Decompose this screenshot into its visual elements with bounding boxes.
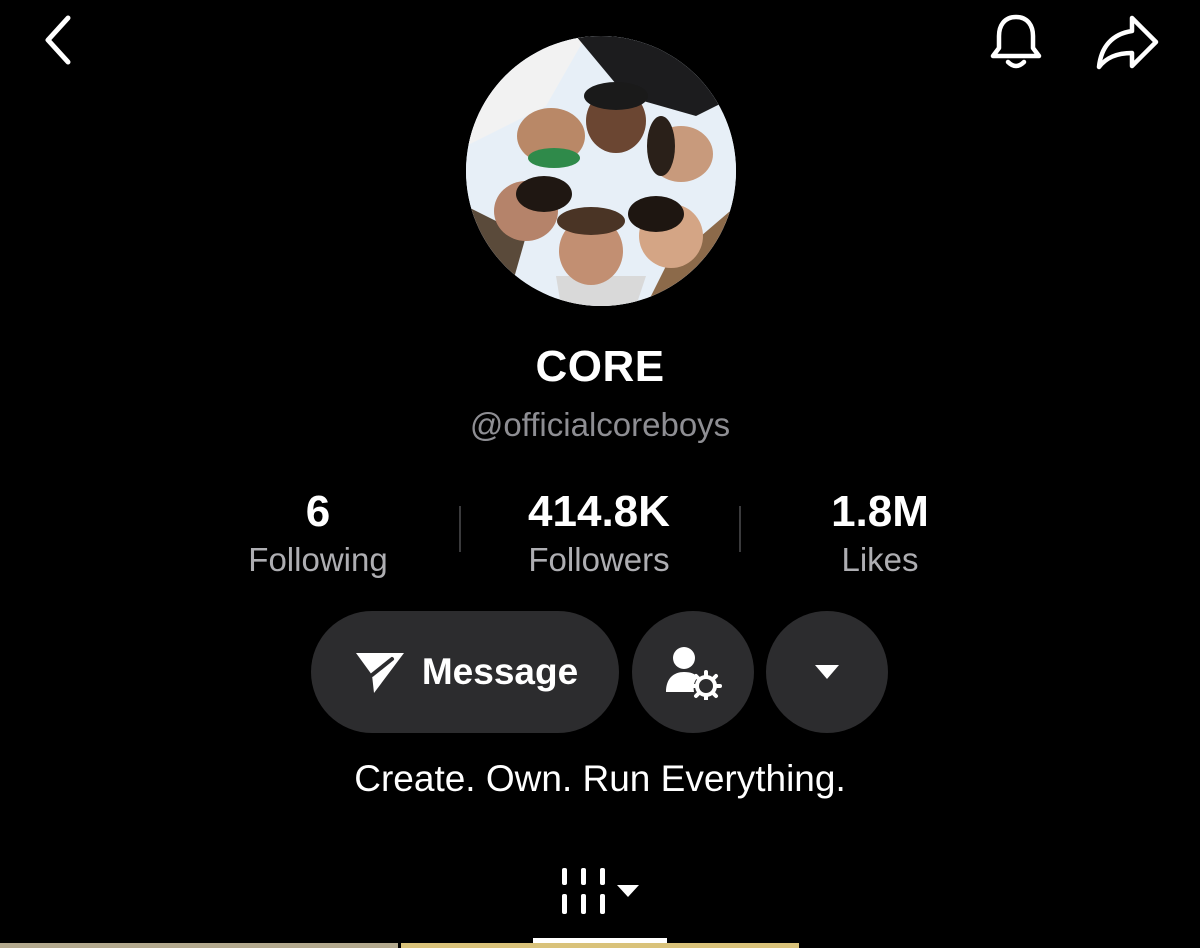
chevron-left-icon [45, 15, 71, 65]
profile-bio: Create. Own. Run Everything. [354, 758, 846, 799]
bell-icon [990, 14, 1042, 69]
likes-label: Likes [841, 541, 919, 578]
stat-likes[interactable]: 1.8M Likes [760, 486, 1000, 582]
share-button[interactable] [1092, 10, 1162, 74]
username-handle: @officialcoreboys [469, 406, 731, 443]
profile-avatar[interactable] [466, 36, 736, 306]
following-count: 6 [305, 487, 331, 536]
person-gear-icon [666, 647, 722, 700]
profile-screen: CORE @officialcoreboys 6 Following 414.8… [0, 0, 1200, 948]
video-thumbnail[interactable] [0, 943, 398, 948]
following-label: Following [248, 541, 388, 578]
avatar-photo [466, 36, 736, 306]
followers-count: 414.8K [528, 487, 670, 536]
stat-following[interactable]: 6 Following [198, 486, 438, 582]
paper-plane-icon [355, 653, 404, 693]
share-arrow-icon [1096, 15, 1159, 70]
caret-down-icon [815, 665, 839, 679]
stat-divider [459, 506, 461, 552]
message-button[interactable]: Message [311, 611, 619, 733]
stat-followers[interactable]: 414.8K Followers [479, 486, 719, 582]
message-label: Message [421, 651, 579, 692]
caret-down-icon [617, 885, 639, 897]
back-button[interactable] [30, 12, 86, 68]
notifications-button[interactable] [984, 10, 1048, 74]
stat-divider [739, 506, 741, 552]
more-options-button[interactable] [766, 611, 888, 733]
display-name: CORE [535, 342, 665, 391]
video-thumbnail[interactable] [401, 943, 799, 948]
likes-count: 1.8M [831, 487, 929, 536]
friend-settings-button[interactable] [632, 611, 754, 733]
grid-bars-icon [562, 868, 605, 914]
tab-videos[interactable] [540, 856, 660, 926]
followers-label: Followers [528, 541, 670, 578]
